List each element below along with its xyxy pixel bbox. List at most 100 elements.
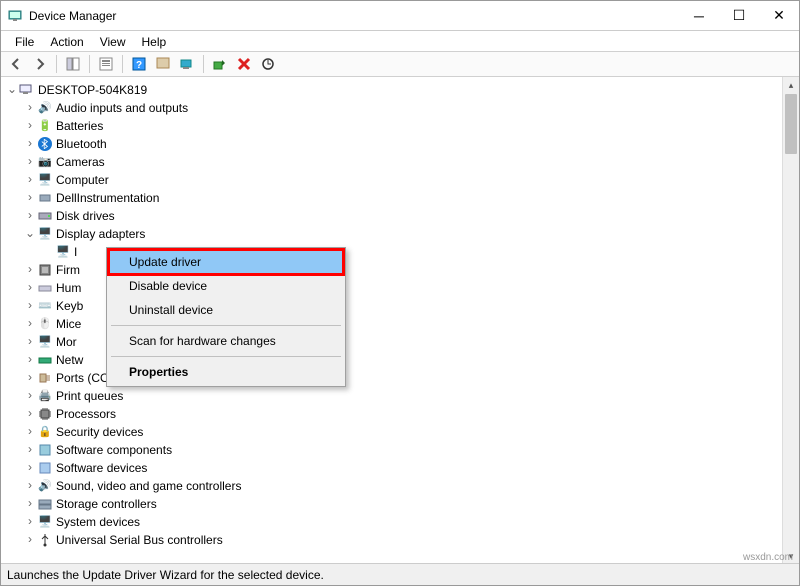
context-menu: Update driver Disable device Uninstall d… xyxy=(106,247,346,387)
context-menu-update-driver[interactable]: Update driver xyxy=(109,250,343,274)
node-label: Processors xyxy=(56,405,116,423)
toolbar-separator xyxy=(56,55,57,73)
node-label: Audio inputs and outputs xyxy=(56,99,188,117)
show-hide-tree-button[interactable] xyxy=(62,53,84,75)
hid-icon xyxy=(37,280,53,296)
expander-icon[interactable] xyxy=(23,116,37,136)
node-label: Batteries xyxy=(56,117,103,135)
expander-icon[interactable] xyxy=(23,170,37,190)
uninstall-device-button[interactable] xyxy=(233,53,255,75)
computer-icon xyxy=(19,82,35,98)
minimize-button[interactable]: ─ xyxy=(679,1,719,31)
scroll-thumb[interactable] xyxy=(785,94,797,154)
expander-icon[interactable] xyxy=(23,512,37,532)
expander-icon[interactable] xyxy=(23,476,37,496)
node-label: Print queues xyxy=(56,387,123,405)
system-device-icon: 🖥️ xyxy=(37,514,53,530)
context-menu-uninstall-device[interactable]: Uninstall device xyxy=(109,298,343,322)
tree-node[interactable]: Bluetooth xyxy=(1,135,799,153)
expander-icon[interactable] xyxy=(23,206,37,226)
expander-icon[interactable] xyxy=(23,134,37,154)
tree-node[interactable]: Universal Serial Bus controllers xyxy=(1,531,799,549)
tree-node[interactable]: Processors xyxy=(1,405,799,423)
maximize-button[interactable]: ☐ xyxy=(719,1,759,31)
tree-node[interactable]: 🖥️Computer xyxy=(1,171,799,189)
expander-icon[interactable] xyxy=(5,80,19,100)
tree-node[interactable]: Software components xyxy=(1,441,799,459)
tree-node[interactable]: 🔊Audio inputs and outputs xyxy=(1,99,799,117)
node-label: Display adapters xyxy=(56,225,145,243)
expander-icon[interactable] xyxy=(23,404,37,424)
toolbar: ? xyxy=(1,51,799,77)
expander-icon[interactable] xyxy=(23,368,37,388)
node-label: Universal Serial Bus controllers xyxy=(56,531,223,549)
expander-icon[interactable] xyxy=(23,458,37,478)
battery-icon: 🔋 xyxy=(37,118,53,134)
toolbar-separator xyxy=(89,55,90,73)
app-icon xyxy=(7,8,23,24)
generic-device-icon xyxy=(37,190,53,206)
context-menu-separator xyxy=(111,356,341,357)
scan-hardware-button[interactable] xyxy=(257,53,279,75)
tree-node[interactable]: Disk drives xyxy=(1,207,799,225)
expander-icon[interactable] xyxy=(23,188,37,208)
enable-device-button[interactable] xyxy=(209,53,231,75)
tree-node[interactable]: 📷Cameras xyxy=(1,153,799,171)
node-label: Bluetooth xyxy=(56,135,107,153)
context-menu-scan[interactable]: Scan for hardware changes xyxy=(109,329,343,353)
menu-action[interactable]: Action xyxy=(42,33,91,49)
expander-icon[interactable] xyxy=(23,260,37,280)
expander-icon[interactable] xyxy=(23,422,37,442)
context-menu-properties[interactable]: Properties xyxy=(109,360,343,384)
tree-node[interactable]: Storage controllers xyxy=(1,495,799,513)
expander-icon[interactable] xyxy=(23,278,37,298)
properties-button[interactable] xyxy=(95,53,117,75)
tree-node[interactable]: 🔒Security devices xyxy=(1,423,799,441)
expander-icon[interactable] xyxy=(23,386,37,406)
toolbar-button[interactable] xyxy=(152,53,174,75)
node-label: Mice xyxy=(56,315,81,333)
network-icon xyxy=(37,352,53,368)
toolbar-separator xyxy=(122,55,123,73)
node-label: Cameras xyxy=(56,153,105,171)
tree-node[interactable]: 🔋Batteries xyxy=(1,117,799,135)
tree-node-display-adapters[interactable]: 🖥️Display adapters xyxy=(1,225,799,243)
display-icon: 🖥️ xyxy=(37,226,53,242)
printer-icon: 🖨️ xyxy=(37,388,53,404)
expander-icon[interactable] xyxy=(23,98,37,118)
update-driver-button[interactable] xyxy=(176,53,198,75)
expander-icon[interactable] xyxy=(23,494,37,514)
expander-icon[interactable] xyxy=(23,530,37,550)
forward-button[interactable] xyxy=(29,53,51,75)
tree-node[interactable]: 🖥️System devices xyxy=(1,513,799,531)
menu-file[interactable]: File xyxy=(7,33,42,49)
close-button[interactable]: ✕ xyxy=(759,1,799,31)
back-button[interactable] xyxy=(5,53,27,75)
expander-icon[interactable] xyxy=(23,152,37,172)
computer-icon: 🖥️ xyxy=(37,172,53,188)
node-label: Computer xyxy=(56,171,109,189)
help-button[interactable]: ? xyxy=(128,53,150,75)
expander-icon[interactable] xyxy=(23,314,37,334)
menubar: File Action View Help xyxy=(1,31,799,51)
menu-help[interactable]: Help xyxy=(134,33,175,49)
menu-view[interactable]: View xyxy=(92,33,134,49)
statusbar: Launches the Update Driver Wizard for th… xyxy=(1,563,799,585)
context-menu-disable-device[interactable]: Disable device xyxy=(109,274,343,298)
tree-node[interactable]: Software devices xyxy=(1,459,799,477)
node-label: Disk drives xyxy=(56,207,115,225)
tree-node[interactable]: 🔊Sound, video and game controllers xyxy=(1,477,799,495)
node-label: Software components xyxy=(56,441,172,459)
node-label: Hum xyxy=(56,279,81,297)
root-node[interactable]: DESKTOP-504K819 xyxy=(1,81,799,99)
vertical-scrollbar[interactable]: ▴ ▾ xyxy=(782,77,799,565)
tree-node[interactable]: 🖨️Print queues xyxy=(1,387,799,405)
expander-icon[interactable] xyxy=(23,440,37,460)
expander-icon[interactable] xyxy=(23,296,37,316)
tree-node[interactable]: DellInstrumentation xyxy=(1,189,799,207)
expander-icon[interactable] xyxy=(23,332,37,352)
node-label: Sound, video and game controllers xyxy=(56,477,241,495)
scroll-up-button[interactable]: ▴ xyxy=(783,77,799,94)
expander-icon[interactable] xyxy=(23,350,37,370)
expander-icon[interactable] xyxy=(23,224,37,244)
